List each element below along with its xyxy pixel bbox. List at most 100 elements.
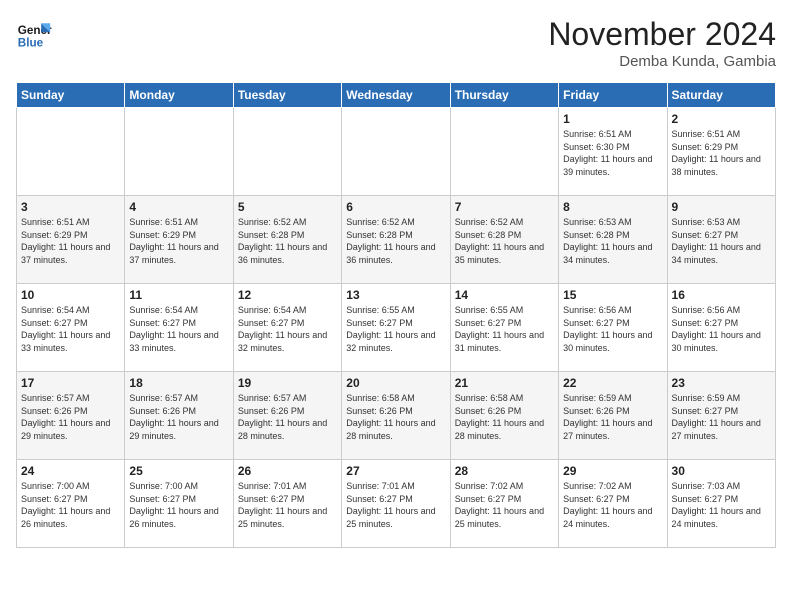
- day-info: Sunrise: 7:01 AM Sunset: 6:27 PM Dayligh…: [238, 480, 337, 530]
- calendar-cell: 1 Sunrise: 6:51 AM Sunset: 6:30 PM Daylig…: [559, 108, 667, 196]
- day-number: 11: [129, 288, 228, 302]
- day-number: 20: [346, 376, 445, 390]
- day-info: Sunrise: 6:59 AM Sunset: 6:27 PM Dayligh…: [672, 392, 771, 442]
- calendar-cell: 13 Sunrise: 6:55 AM Sunset: 6:27 PM Dayli…: [342, 284, 450, 372]
- day-info: Sunrise: 7:01 AM Sunset: 6:27 PM Dayligh…: [346, 480, 445, 530]
- calendar-cell: 27 Sunrise: 7:01 AM Sunset: 6:27 PM Dayli…: [342, 460, 450, 548]
- calendar-cell: 7Sunrise: 6:52 AM Sunset: 6:28 PM Daylig…: [450, 196, 558, 284]
- header-tuesday: Tuesday: [233, 83, 341, 108]
- day-info: Sunrise: 7:02 AM Sunset: 6:27 PM Dayligh…: [563, 480, 662, 530]
- header-friday: Friday: [559, 83, 667, 108]
- month-title: November 2024: [548, 16, 776, 53]
- day-number: 4: [129, 200, 228, 214]
- day-number: 19: [238, 376, 337, 390]
- day-number: 18: [129, 376, 228, 390]
- day-number: 1: [563, 112, 662, 126]
- week-row-0: 1 Sunrise: 6:51 AM Sunset: 6:30 PM Daylig…: [17, 108, 776, 196]
- calendar-cell: [450, 108, 558, 196]
- day-info: Sunrise: 6:51 AM Sunset: 6:30 PM Dayligh…: [563, 128, 662, 178]
- day-info: Sunrise: 6:51 AM Sunset: 6:29 PM Dayligh…: [129, 216, 228, 266]
- calendar-cell: 10Sunrise: 6:54 AM Sunset: 6:27 PM Dayli…: [17, 284, 125, 372]
- day-info: Sunrise: 6:56 AM Sunset: 6:27 PM Dayligh…: [563, 304, 662, 354]
- day-info: Sunrise: 6:54 AM Sunset: 6:27 PM Dayligh…: [129, 304, 228, 354]
- logo: General Blue: [16, 16, 52, 52]
- calendar-cell: 4 Sunrise: 6:51 AM Sunset: 6:29 PM Daylig…: [125, 196, 233, 284]
- calendar-cell: 22 Sunrise: 6:59 AM Sunset: 6:26 PM Dayli…: [559, 372, 667, 460]
- day-info: Sunrise: 7:00 AM Sunset: 6:27 PM Dayligh…: [129, 480, 228, 530]
- day-info: Sunrise: 7:00 AM Sunset: 6:27 PM Dayligh…: [21, 480, 120, 530]
- day-number: 30: [672, 464, 771, 478]
- day-number: 29: [563, 464, 662, 478]
- day-info: Sunrise: 6:57 AM Sunset: 6:26 PM Dayligh…: [129, 392, 228, 442]
- day-info: Sunrise: 6:55 AM Sunset: 6:27 PM Dayligh…: [346, 304, 445, 354]
- day-info: Sunrise: 7:03 AM Sunset: 6:27 PM Dayligh…: [672, 480, 771, 530]
- calendar-cell: 11 Sunrise: 6:54 AM Sunset: 6:27 PM Dayli…: [125, 284, 233, 372]
- calendar-cell: 5 Sunrise: 6:52 AM Sunset: 6:28 PM Daylig…: [233, 196, 341, 284]
- day-number: 27: [346, 464, 445, 478]
- week-row-2: 10Sunrise: 6:54 AM Sunset: 6:27 PM Dayli…: [17, 284, 776, 372]
- calendar-cell: 24 Sunrise: 7:00 AM Sunset: 6:27 PM Dayli…: [17, 460, 125, 548]
- header-thursday: Thursday: [450, 83, 558, 108]
- day-number: 16: [672, 288, 771, 302]
- header-monday: Monday: [125, 83, 233, 108]
- calendar-cell: 14 Sunrise: 6:55 AM Sunset: 6:27 PM Dayli…: [450, 284, 558, 372]
- day-number: 17: [21, 376, 120, 390]
- calendar-cell: 29 Sunrise: 7:02 AM Sunset: 6:27 PM Dayli…: [559, 460, 667, 548]
- day-number: 7: [455, 200, 554, 214]
- week-row-3: 17 Sunrise: 6:57 AM Sunset: 6:26 PM Dayli…: [17, 372, 776, 460]
- calendar-cell: [342, 108, 450, 196]
- day-number: 23: [672, 376, 771, 390]
- day-number: 9: [672, 200, 771, 214]
- day-number: 2: [672, 112, 771, 126]
- day-info: Sunrise: 7:02 AM Sunset: 6:27 PM Dayligh…: [455, 480, 554, 530]
- logo-icon: General Blue: [16, 16, 52, 52]
- day-info: Sunrise: 6:54 AM Sunset: 6:27 PM Dayligh…: [21, 304, 120, 354]
- day-number: 26: [238, 464, 337, 478]
- day-info: Sunrise: 6:51 AM Sunset: 6:29 PM Dayligh…: [21, 216, 120, 266]
- day-info: Sunrise: 6:53 AM Sunset: 6:28 PM Dayligh…: [563, 216, 662, 266]
- week-row-1: 3 Sunrise: 6:51 AM Sunset: 6:29 PM Daylig…: [17, 196, 776, 284]
- day-number: 21: [455, 376, 554, 390]
- day-info: Sunrise: 6:59 AM Sunset: 6:26 PM Dayligh…: [563, 392, 662, 442]
- calendar-cell: 21 Sunrise: 6:58 AM Sunset: 6:26 PM Dayli…: [450, 372, 558, 460]
- svg-text:Blue: Blue: [18, 37, 44, 50]
- day-info: Sunrise: 6:52 AM Sunset: 6:28 PM Dayligh…: [346, 216, 445, 266]
- calendar-cell: 6 Sunrise: 6:52 AM Sunset: 6:28 PM Daylig…: [342, 196, 450, 284]
- header-saturday: Saturday: [667, 83, 775, 108]
- calendar-header-row: SundayMondayTuesdayWednesdayThursdayFrid…: [17, 83, 776, 108]
- calendar-cell: 8 Sunrise: 6:53 AM Sunset: 6:28 PM Daylig…: [559, 196, 667, 284]
- day-info: Sunrise: 6:58 AM Sunset: 6:26 PM Dayligh…: [455, 392, 554, 442]
- day-info: Sunrise: 6:56 AM Sunset: 6:27 PM Dayligh…: [672, 304, 771, 354]
- day-info: Sunrise: 6:54 AM Sunset: 6:27 PM Dayligh…: [238, 304, 337, 354]
- calendar-cell: 19 Sunrise: 6:57 AM Sunset: 6:26 PM Dayli…: [233, 372, 341, 460]
- calendar-cell: 12 Sunrise: 6:54 AM Sunset: 6:27 PM Dayli…: [233, 284, 341, 372]
- calendar-cell: [17, 108, 125, 196]
- day-info: Sunrise: 6:57 AM Sunset: 6:26 PM Dayligh…: [238, 392, 337, 442]
- day-number: 15: [563, 288, 662, 302]
- header-sunday: Sunday: [17, 83, 125, 108]
- calendar-cell: [125, 108, 233, 196]
- day-info: Sunrise: 6:57 AM Sunset: 6:26 PM Dayligh…: [21, 392, 120, 442]
- day-info: Sunrise: 6:55 AM Sunset: 6:27 PM Dayligh…: [455, 304, 554, 354]
- calendar-cell: 30 Sunrise: 7:03 AM Sunset: 6:27 PM Dayli…: [667, 460, 775, 548]
- day-number: 14: [455, 288, 554, 302]
- header: General Blue November 2024 Demba Kunda, …: [16, 16, 776, 70]
- day-number: 8: [563, 200, 662, 214]
- day-number: 24: [21, 464, 120, 478]
- day-info: Sunrise: 6:52 AM Sunset: 6:28 PM Dayligh…: [238, 216, 337, 266]
- calendar-table: SundayMondayTuesdayWednesdayThursdayFrid…: [16, 82, 776, 548]
- day-number: 6: [346, 200, 445, 214]
- calendar-cell: 28Sunrise: 7:02 AM Sunset: 6:27 PM Dayli…: [450, 460, 558, 548]
- calendar-cell: 18 Sunrise: 6:57 AM Sunset: 6:26 PM Dayli…: [125, 372, 233, 460]
- header-wednesday: Wednesday: [342, 83, 450, 108]
- day-number: 12: [238, 288, 337, 302]
- calendar-cell: 26 Sunrise: 7:01 AM Sunset: 6:27 PM Dayli…: [233, 460, 341, 548]
- calendar-cell: 20Sunrise: 6:58 AM Sunset: 6:26 PM Dayli…: [342, 372, 450, 460]
- day-number: 5: [238, 200, 337, 214]
- day-number: 22: [563, 376, 662, 390]
- calendar-cell: [233, 108, 341, 196]
- day-number: 13: [346, 288, 445, 302]
- day-number: 3: [21, 200, 120, 214]
- week-row-4: 24 Sunrise: 7:00 AM Sunset: 6:27 PM Dayli…: [17, 460, 776, 548]
- calendar-cell: 17 Sunrise: 6:57 AM Sunset: 6:26 PM Dayli…: [17, 372, 125, 460]
